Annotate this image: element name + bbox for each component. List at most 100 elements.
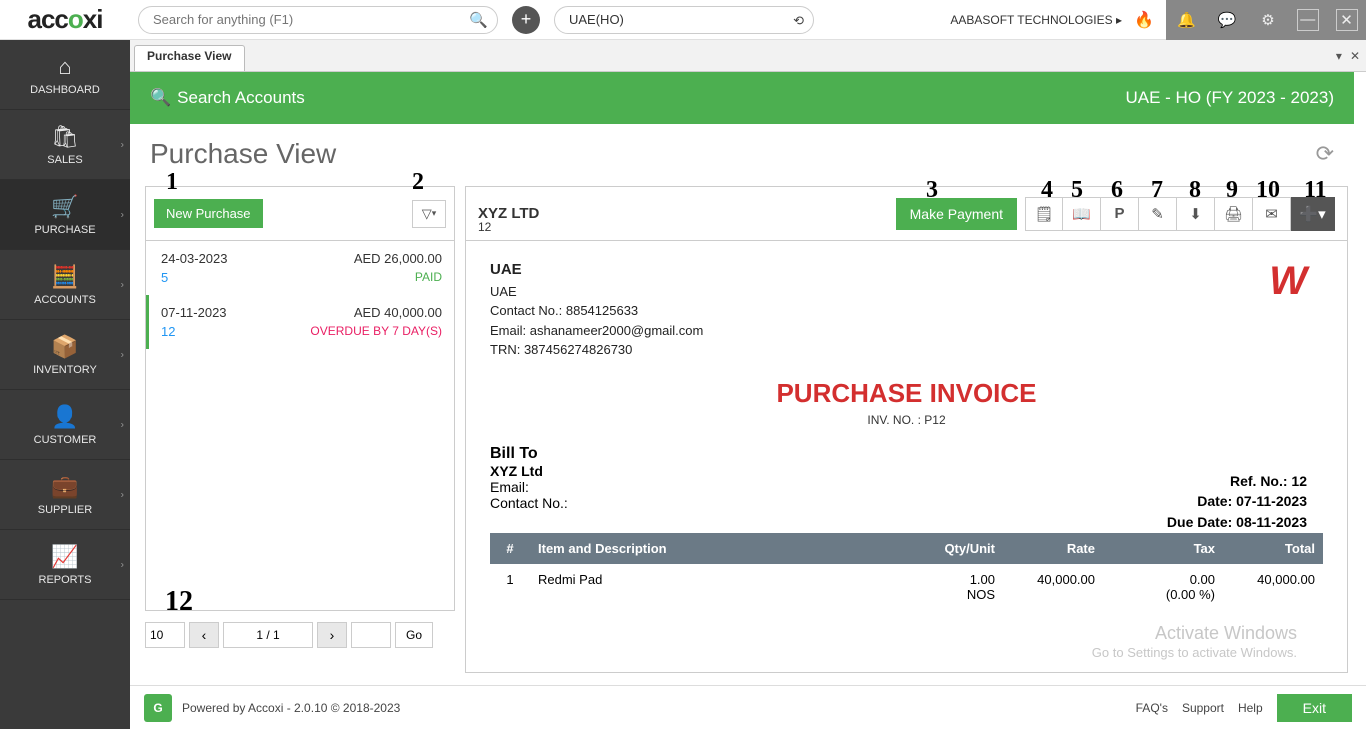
footer-logo: G	[144, 694, 172, 722]
go-button[interactable]: Go	[395, 622, 433, 648]
search-accounts-icon[interactable]: 🔍	[150, 88, 171, 108]
list-toolbar: 1 2 New Purchase ▽▾	[145, 186, 455, 241]
prev-page-button[interactable]: ‹	[189, 622, 219, 648]
invoice-date: Date: 07-11-2023	[1167, 491, 1307, 511]
purchase-list-panel: 1 2 New Purchase ▽▾ 24-03-2023AED 26,000…	[145, 186, 455, 673]
help-link[interactable]: Help	[1238, 701, 1263, 715]
note-icon[interactable]: 🗒	[1025, 197, 1063, 231]
brand-logo: W	[1269, 259, 1307, 304]
nav-inventory[interactable]: 📦INVENTORY›	[0, 320, 130, 390]
filter-button[interactable]: ▽▾	[412, 200, 446, 228]
nav-label: CUSTOMER	[34, 434, 97, 446]
filter-icon: ▽	[422, 206, 432, 222]
support-link[interactable]: Support	[1182, 701, 1224, 715]
left-nav: ⌂ DASHBOARD 🛍 SALES › 🛒 PURCHASE › 🧮 ACCOUNTS ›…	[0, 40, 130, 729]
search-accounts-label[interactable]: Search Accounts	[177, 88, 305, 108]
item-date: 24-03-2023	[161, 251, 228, 266]
exit-button[interactable]: Exit	[1277, 694, 1352, 722]
page-jump-input[interactable]	[351, 622, 391, 648]
tab-purchase-view[interactable]: Purchase View	[134, 45, 245, 71]
nav-label: PURCHASE	[34, 224, 95, 236]
edit-icon[interactable]: ✎	[1139, 197, 1177, 231]
footer: G Powered by Accoxi - 2.0.10 © 2018-2023…	[130, 685, 1366, 729]
close-icon[interactable]: ✕	[1336, 9, 1358, 31]
nav-supplier[interactable]: 💼SUPPLIER›	[0, 460, 130, 530]
branch-input[interactable]	[554, 6, 814, 34]
due-date: Due Date: 08-11-2023	[1167, 512, 1307, 532]
nav-label: REPORTS	[39, 574, 92, 586]
bag-icon: 🛍	[51, 124, 79, 150]
refresh-icon[interactable]: ⟳	[1316, 141, 1334, 167]
briefcase-icon: 💼	[51, 474, 78, 500]
bell-icon[interactable]: 🔔	[1174, 8, 1198, 32]
nav-reports[interactable]: 📈REPORTS›	[0, 530, 130, 600]
detail-header: XYZ LTD 12 3 4 5 6 7 8 9 10 11 Make Paym…	[465, 186, 1348, 241]
p-icon[interactable]: P	[1101, 197, 1139, 231]
search-input[interactable]	[138, 6, 498, 34]
nav-customer[interactable]: 👤 CUSTOMER ›	[0, 390, 130, 460]
calculator-icon: 🧮	[51, 264, 78, 290]
window-tool-icons: 🔔 💬 ⚙ — ✕	[1166, 0, 1366, 40]
nav-label: DASHBOARD	[30, 84, 100, 96]
nav-sales[interactable]: 🛍 SALES ›	[0, 110, 130, 180]
chevron-right-icon: ›	[121, 139, 124, 150]
minimize-icon[interactable]: —	[1297, 9, 1319, 31]
col-tax: Tax	[1103, 533, 1223, 564]
page-size-select[interactable]	[145, 622, 185, 648]
list-item[interactable]: 24-03-2023AED 26,000.00 5PAID	[146, 241, 454, 295]
user-icon: 👤	[51, 404, 78, 430]
next-page-button[interactable]: ›	[317, 622, 347, 648]
item-status: OVERDUE BY 7 DAY(S)	[310, 324, 442, 339]
make-payment-button[interactable]: Make Payment	[896, 198, 1017, 230]
fiscal-year-label: UAE - HO (FY 2023 - 2023)	[1126, 88, 1335, 108]
windows-watermark: Activate Windows Go to Settings to activ…	[1092, 622, 1297, 662]
top-bar: accoxi 🔍 + ⟲ AABASOFT TECHNOLOGIES ▸ 🔥 🔔…	[0, 0, 1366, 40]
cell-qty: 1.00 NOS	[913, 564, 1003, 610]
items-table: # Item and Description Qty/Unit Rate Tax…	[490, 533, 1323, 610]
page-indicator[interactable]	[223, 622, 313, 648]
item-amount: AED 40,000.00	[354, 305, 442, 320]
cart-icon: 🛒	[51, 194, 78, 220]
nav-purchase[interactable]: 🛒PURCHASE›	[0, 180, 130, 250]
company-trn: TRN: 387456274826730	[490, 340, 1323, 360]
list-item[interactable]: 07-11-2023 AED 40,000.00 12 OVERDUE BY 7 D…	[146, 295, 454, 349]
tab-dropdown-icon[interactable]: ▾	[1336, 49, 1342, 63]
powered-by: Powered by Accoxi - 2.0.10 © 2018-2023	[182, 701, 400, 715]
refresh-icon[interactable]: ⟲	[793, 13, 804, 29]
company-contact: Contact No.: 8854125633	[490, 301, 1323, 321]
global-search: 🔍	[138, 6, 498, 34]
ref-no: Ref. No.: 12	[1167, 471, 1307, 491]
table-row: 1 Redmi Pad 1.00 NOS 40,000.00 0.00 (0.0…	[490, 564, 1323, 610]
item-date: 07-11-2023	[161, 305, 227, 320]
chevron-right-icon: ›	[121, 419, 124, 430]
nav-accounts[interactable]: 🧮ACCOUNTS›	[0, 250, 130, 320]
col-index: #	[490, 533, 530, 564]
tab-close-icon[interactable]: ✕	[1350, 49, 1360, 63]
tab-strip: Purchase View ▾ ✕	[130, 40, 1366, 72]
more-actions-button[interactable]: ➕▾	[1291, 197, 1335, 231]
col-desc: Item and Description	[530, 533, 913, 564]
new-purchase-button[interactable]: New Purchase	[154, 199, 263, 228]
print-icon[interactable]: 🖨	[1215, 197, 1253, 231]
chat-icon[interactable]: 💬	[1215, 8, 1239, 32]
quick-add-button[interactable]: +	[512, 6, 540, 34]
company-name[interactable]: AABASOFT TECHNOLOGIES ▸	[950, 13, 1122, 27]
detail-actions: Make Payment 🗒 📖 P ✎ ⬇ 🖨 ✉ ➕▾	[896, 197, 1335, 231]
home-icon: ⌂	[58, 54, 71, 80]
nav-label: ACCOUNTS	[34, 294, 96, 306]
book-icon[interactable]: 📖	[1063, 197, 1101, 231]
detail-body: W UAE UAE Contact No.: 8854125633 Email:…	[465, 241, 1348, 673]
bill-to-heading: Bill To	[490, 445, 1323, 463]
gear-icon[interactable]: ⚙	[1256, 8, 1280, 32]
nav-label: SALES	[47, 154, 82, 166]
company-block: UAE UAE Contact No.: 8854125633 Email: a…	[490, 259, 1323, 360]
search-icon[interactable]: 🔍	[469, 11, 488, 29]
nav-dashboard[interactable]: ⌂ DASHBOARD	[0, 40, 130, 110]
pdf-icon[interactable]: ⬇	[1177, 197, 1215, 231]
cell-rate: 40,000.00	[1003, 564, 1103, 610]
pager: ‹ › Go	[145, 619, 455, 651]
faq-link[interactable]: FAQ's	[1136, 701, 1168, 715]
green-header: 🔍 Search Accounts UAE - HO (FY 2023 - 20…	[130, 72, 1354, 124]
email-icon[interactable]: ✉	[1253, 197, 1291, 231]
item-number: 12	[161, 324, 175, 339]
